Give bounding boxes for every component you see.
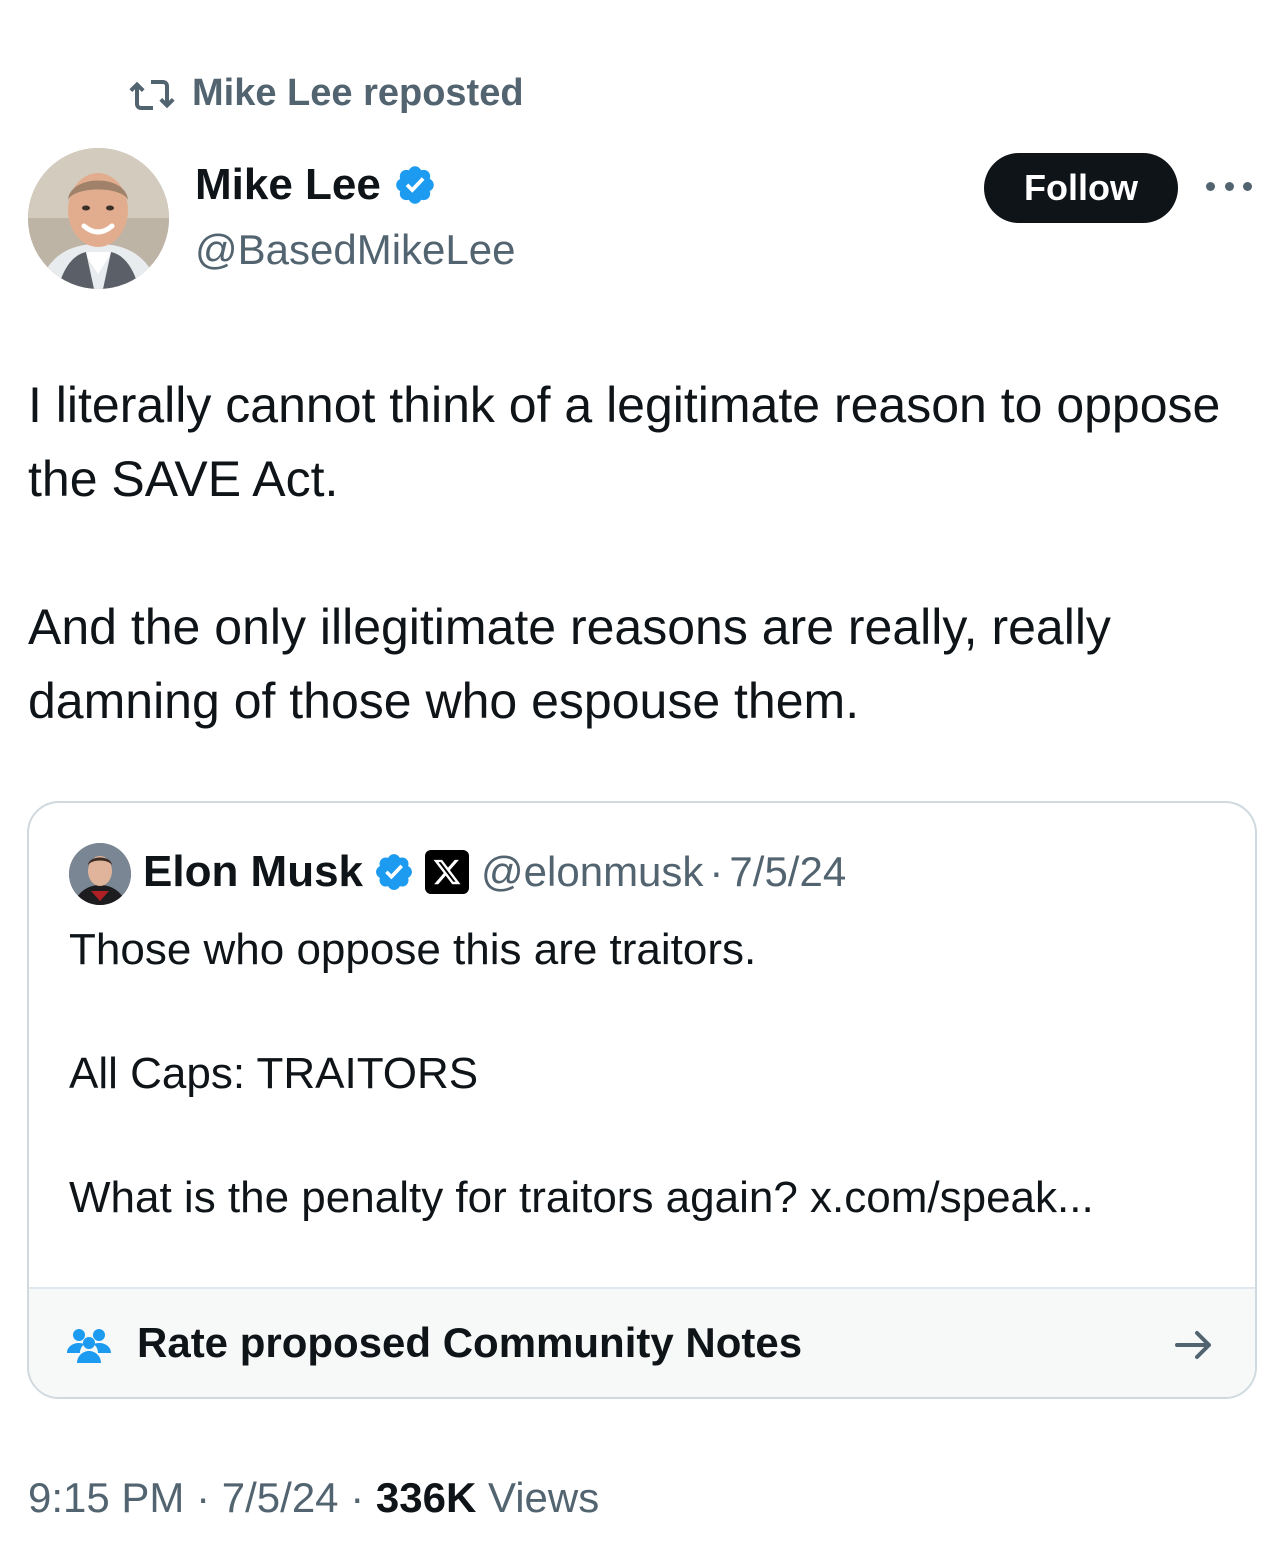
- follow-button[interactable]: Follow: [984, 153, 1178, 223]
- quote-header: Elon Musk @elonmusk · 7/5/24: [143, 847, 846, 897]
- repost-indicator[interactable]: Mike Lee reposted: [128, 72, 524, 115]
- author-name[interactable]: Mike Lee: [195, 160, 381, 210]
- community-notes-label[interactable]: Rate proposed Community Notes: [137, 1319, 802, 1367]
- community-notes-bar[interactable]: Rate proposed Community Notes: [29, 1287, 1255, 1397]
- quote-author-handle[interactable]: @elonmusk: [481, 848, 703, 896]
- arrow-right-icon[interactable]: [1173, 1325, 1217, 1365]
- dot-separator: ·: [709, 848, 724, 895]
- tweet-paragraph: And the only illegitimate reasons are re…: [28, 599, 1111, 729]
- repost-icon: [128, 74, 176, 114]
- more-horizontal-icon[interactable]: [1206, 176, 1252, 196]
- quote-paragraph: What is the penalty for traitors again? …: [69, 1173, 1094, 1222]
- quote-date[interactable]: 7/5/24: [729, 848, 846, 896]
- tweet-paragraph: I literally cannot think of a legitimate…: [28, 377, 1221, 507]
- people-icon: [65, 1325, 113, 1365]
- author-avatar[interactable]: [28, 148, 169, 289]
- quoted-tweet-card[interactable]: Elon Musk @elonmusk · 7/5/24 Those who o…: [27, 801, 1257, 1399]
- repost-label: Mike Lee reposted: [192, 72, 524, 114]
- views-label[interactable]: Views: [488, 1474, 599, 1521]
- views-count[interactable]: 336K: [376, 1474, 476, 1521]
- author-name-row[interactable]: Mike Lee: [195, 160, 437, 210]
- tweet-detail: Mike Lee reposted Mike Lee @BasedMikeLee: [0, 0, 1284, 1546]
- quote-paragraph: All Caps: TRAITORS: [69, 1049, 479, 1098]
- tweet-time[interactable]: 9:15 PM: [28, 1474, 184, 1521]
- quote-paragraph: Those who oppose this are traitors.: [69, 925, 757, 974]
- tweet-meta: 9:15 PM · 7/5/24 · 336K Views: [28, 1474, 599, 1522]
- author-handle[interactable]: @BasedMikeLee: [195, 226, 515, 274]
- tweet-text: I literally cannot think of a legitimate…: [28, 368, 1258, 738]
- verified-badge-icon[interactable]: [393, 163, 437, 207]
- x-affiliation-badge-icon[interactable]: [425, 850, 470, 894]
- quote-author-avatar[interactable]: [69, 843, 131, 905]
- quote-text: Those who oppose this are traitors. All …: [69, 919, 1229, 1229]
- quote-author-name[interactable]: Elon Musk: [143, 847, 363, 897]
- dot-separator: ·: [350, 1474, 365, 1521]
- tweet-date[interactable]: 7/5/24: [222, 1474, 339, 1521]
- verified-badge-icon[interactable]: [373, 851, 415, 893]
- dot-separator: ·: [196, 1474, 211, 1521]
